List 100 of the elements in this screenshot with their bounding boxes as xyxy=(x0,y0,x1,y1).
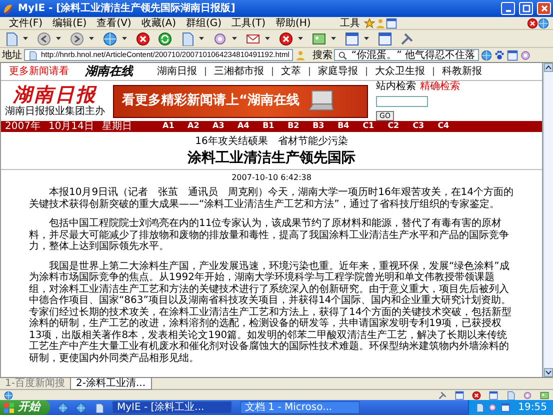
section-link[interactable]: C3 xyxy=(406,122,431,131)
paper-link[interactable]: 文萃 xyxy=(272,67,309,76)
date-text: 10月14日 xyxy=(48,121,94,132)
scroll-up-icon[interactable] xyxy=(544,63,553,72)
globe-icon[interactable] xyxy=(480,50,492,60)
picture-icon[interactable] xyxy=(540,390,549,400)
stop-icon[interactable] xyxy=(279,32,293,46)
section-link[interactable]: B4 xyxy=(330,122,356,131)
page-tab[interactable]: 2-涂料工业清... xyxy=(70,378,152,390)
page-icon[interactable] xyxy=(94,402,104,412)
star-icon[interactable] xyxy=(364,18,375,28)
menu-item[interactable]: 编辑(E) xyxy=(48,18,92,28)
globe-icon[interactable] xyxy=(538,18,549,28)
scroll-down-icon[interactable] xyxy=(544,368,553,377)
caret-icon[interactable] xyxy=(22,35,29,42)
caret-icon[interactable] xyxy=(198,35,205,42)
maximize-button[interactable] xyxy=(519,2,533,15)
caret-icon[interactable] xyxy=(330,35,337,42)
scrollbar[interactable] xyxy=(543,63,553,377)
article-paragraph: 我国是世界上第二大涂料生产国，产业发展迅速，环境污染也重。近年来，重视环保，发展“绿色涂料”成为涂料市场国际竞争的焦点。从1992年开始，湖南大学环境科学与工程学院曾光明和单文伟教授带领课题组，对涂料工业清洁生产工艺和方法的关键技术进行了系统深入的创新研究。由于意义重大，项目先后被列入中德合作项目、国家“863”项目以及湖南省科技攻关项目，并获得14个国际、国内和企业重大研究计划资助。专家们经过长期的技术攻关，在涂料工业清洁生产工艺和方法上，获得了14个方面的关键技术突破，包括新型涂料的研制，生产工艺的改进，涂料溶剂的选配，检测设备的研发等，共申请国家发明专利19项，已获授权13项，出版相关著作8本，发表相关论文190篇。如发明的邻苯二甲酸双清洁生产工艺，解决了长期以来传统工艺生产中产生大量工业有机废水和催化剂对设备腐蚀大的国际性技术难题。环保型纳米建筑物内外墙涂料的研制，更使国内外同类产品相形见绌。 xyxy=(28,260,513,364)
banner-ad[interactable]: 看更多精彩新闻请上“湖南在线 xyxy=(113,84,368,118)
clock: 19:55 xyxy=(518,402,547,413)
caret-icon[interactable] xyxy=(363,35,370,42)
close-button[interactable] xyxy=(537,2,551,15)
page-icon[interactable] xyxy=(180,32,194,46)
paw-icon[interactable] xyxy=(494,50,505,60)
menu-item[interactable]: 收藏(A) xyxy=(136,18,181,28)
app-logo-icon xyxy=(2,2,14,14)
globe-icon xyxy=(4,390,13,400)
paper-link[interactable]: 科教新报 xyxy=(433,67,490,76)
article-title: 涂料工业清洁生产领先国际 xyxy=(186,151,356,166)
section-link[interactable]: A4 xyxy=(230,122,256,131)
window-icon[interactable] xyxy=(378,32,392,46)
precise-search-link[interactable]: 精确检索 xyxy=(420,81,460,92)
menu-item[interactable]: 查看(V) xyxy=(92,18,136,28)
globe-icon[interactable] xyxy=(58,402,68,412)
section-link[interactable]: A1 xyxy=(156,122,181,131)
window-icon[interactable] xyxy=(386,18,397,28)
section-link[interactable]: B1 xyxy=(256,122,281,131)
paper-link[interactable]: 湖南日报 xyxy=(149,67,205,76)
paper-link[interactable]: 家庭导报 xyxy=(309,67,366,76)
paper-link[interactable]: 大众卫生报 xyxy=(366,67,433,76)
section-link[interactable]: B3 xyxy=(306,122,331,131)
window-icon[interactable] xyxy=(489,390,498,400)
caret-icon[interactable] xyxy=(55,35,62,42)
menu-item[interactable]: 工具(T) xyxy=(226,18,270,28)
site-logo[interactable]: 湖南在线 xyxy=(85,64,133,78)
close-icon xyxy=(540,4,548,13)
search-label: 搜索 xyxy=(312,50,332,60)
page-icon xyxy=(28,50,37,60)
site-search-label: 站内检索 xyxy=(376,81,416,92)
picture-icon[interactable] xyxy=(312,32,326,46)
more-news-link[interactable]: 更多新闻请看 xyxy=(9,66,69,77)
publisher-text: 湖南日报报业集团主办 xyxy=(5,106,105,117)
window-icon[interactable] xyxy=(506,50,518,60)
stop-icon[interactable] xyxy=(136,32,150,46)
globe-icon[interactable] xyxy=(76,402,86,412)
address-label: 地址 xyxy=(2,50,22,60)
menu-item[interactable]: 群组(G) xyxy=(181,18,227,28)
article-paragraph: 包括中国工程院院士刘鸿亮在内的11位专家认为，该成果节约了原材料和能源，替代了有毒有害的原材料，并尽最大可能减少了排放物和废物的排放量和毒性，提高了我国涂料工业清洁生产水平和产品的国际竞争力，整体上达到国际领先水平。 xyxy=(28,218,510,253)
caret-icon[interactable] xyxy=(297,35,304,42)
search-icon xyxy=(338,50,348,60)
page-icon[interactable] xyxy=(475,403,484,412)
section-link[interactable]: C4 xyxy=(430,122,456,131)
window-title: MyIE - [涂料工业清洁生产领先国际湖南日报版] xyxy=(18,3,236,14)
caret-icon[interactable] xyxy=(231,35,238,42)
caret-icon[interactable] xyxy=(264,35,271,42)
menu-item[interactable]: 帮助(H) xyxy=(270,18,316,28)
maximize-icon xyxy=(522,4,530,13)
article-paragraph: 本报10月9日讯（记者 张茧 通讯员 周克刚）今天，湖南大学一项历时16年艰苦攻关，在14个方面的关键技术获得创新突破的重大成果——“涂料工业清洁生产工艺和方法”，通过了省科技厅组织的专家鉴定。 xyxy=(28,187,515,210)
window-icon[interactable] xyxy=(501,403,510,412)
section-link[interactable]: A2 xyxy=(180,122,206,131)
caret-icon[interactable] xyxy=(88,35,95,42)
paper-link[interactable]: 三湘都市报 xyxy=(205,67,272,76)
window-icon[interactable] xyxy=(455,390,464,400)
section-link[interactable]: A3 xyxy=(206,122,231,131)
mail-icon[interactable] xyxy=(246,32,260,46)
article-kicker: 16年攻关结硕果 省材节能少污染 xyxy=(194,136,349,147)
search-field[interactable]: “你混蛋。” 他气得忍不住落 xyxy=(334,49,479,61)
stop-icon[interactable] xyxy=(472,390,481,400)
toolbar-label: 工具 xyxy=(340,18,360,28)
site-search-input[interactable] xyxy=(376,96,428,107)
minimize-button[interactable] xyxy=(501,2,515,15)
stop-icon[interactable] xyxy=(527,18,538,28)
section-link[interactable]: B2 xyxy=(280,122,306,131)
taskbar-button[interactable]: MyIE - [涂料工业... xyxy=(112,401,232,414)
window-icon[interactable] xyxy=(345,32,359,46)
section-link[interactable]: C2 xyxy=(380,122,406,131)
taskbar-button[interactable]: 文档 1 - Microso... xyxy=(240,401,360,414)
page-icon[interactable] xyxy=(4,32,18,46)
menu-item[interactable]: 文件(F) xyxy=(4,18,48,28)
article-timestamp: 2007-10-10 6:42:38 xyxy=(230,174,312,184)
refresh-icon[interactable] xyxy=(158,32,172,46)
date-text: 星期日 xyxy=(102,121,132,132)
newspaper-logo[interactable]: 湖南日报 xyxy=(13,85,97,106)
section-link[interactable]: C1 xyxy=(356,122,381,131)
globe-icon[interactable] xyxy=(103,32,117,46)
caret-icon[interactable] xyxy=(121,35,128,42)
page-tab[interactable]: 1-百度新闻搜 xyxy=(0,378,70,390)
date-text: 2007年 xyxy=(5,121,40,132)
